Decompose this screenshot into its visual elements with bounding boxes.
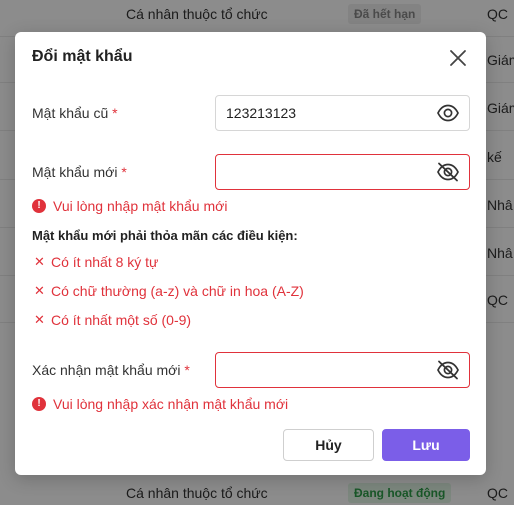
requirement-item: ✕ Có ít nhất một số (0-9) [34,312,191,328]
cancel-button[interactable]: Hủy [283,429,374,461]
change-password-modal: Đổi mật khẩu Mật khẩu cũ * Mật khẩu mới … [15,32,486,475]
close-icon[interactable] [448,48,468,68]
modal-title: Đổi mật khẩu [32,48,133,65]
old-password-label-text: Mật khẩu cũ [32,105,109,121]
error-icon: ! [32,199,46,213]
requirement-text: Có ít nhất một số (0-9) [51,312,192,328]
requirement-item: ✕ Có ít nhất 8 ký tự [34,254,158,270]
required-mark: * [121,164,127,180]
required-mark: * [184,362,190,378]
new-password-field[interactable] [215,154,470,190]
confirm-password-input[interactable] [226,353,426,387]
old-password-input[interactable] [226,96,426,130]
new-password-error: ! Vui lòng nhập mật khẩu mới [32,198,227,214]
eye-icon[interactable] [436,103,460,123]
confirm-password-field[interactable] [215,352,470,388]
new-password-input[interactable] [226,155,426,189]
confirm-password-error-text: Vui lòng nhập xác nhận mật khẩu mới [53,396,289,412]
requirement-item: ✕ Có chữ thường (a-z) và chữ in hoa (A-Z… [34,283,304,299]
cross-icon: ✕ [34,283,45,298]
eye-off-icon[interactable] [436,360,460,380]
requirement-text: Có chữ thường (a-z) và chữ in hoa (A-Z) [51,283,304,299]
required-mark: * [112,105,118,121]
confirm-password-error: ! Vui lòng nhập xác nhận mật khẩu mới [32,396,288,412]
old-password-label: Mật khẩu cũ * [32,105,118,121]
old-password-field[interactable] [215,95,470,131]
new-password-error-text: Vui lòng nhập mật khẩu mới [53,198,228,214]
cross-icon: ✕ [34,254,45,269]
requirement-text: Có ít nhất 8 ký tự [51,254,159,270]
confirm-password-label: Xác nhận mật khẩu mới * [32,362,190,378]
cross-icon: ✕ [34,312,45,327]
confirm-password-label-text: Xác nhận mật khẩu mới [32,362,181,378]
eye-off-icon[interactable] [436,162,460,182]
requirements-title: Mật khẩu mới phải thỏa mãn các điều kiện… [32,228,298,243]
new-password-label-text: Mật khẩu mới [32,164,118,180]
error-icon: ! [32,397,46,411]
save-button[interactable]: Lưu [382,429,470,461]
new-password-label: Mật khẩu mới * [32,164,127,180]
